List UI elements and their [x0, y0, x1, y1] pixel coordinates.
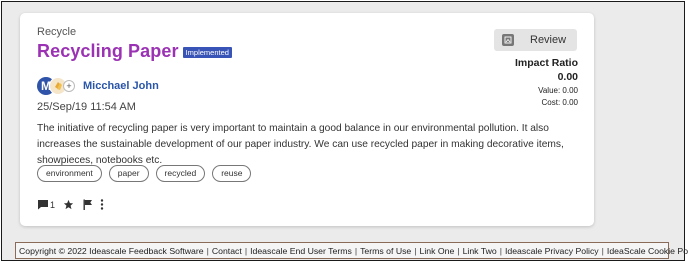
footer-link-contact[interactable]: Contact [209, 246, 245, 256]
favorite-button[interactable] [63, 199, 74, 210]
review-label: Review [530, 34, 567, 46]
comment-icon [38, 200, 48, 210]
tag-item[interactable]: recycled [155, 165, 206, 182]
footer-copyright: Copyright © 2022 Ideascale Feedback Soft… [19, 245, 204, 256]
footer-link-terms-of-use[interactable]: Terms of Use [357, 246, 414, 256]
footer-link-cookie-policy[interactable]: IdeaScale Cookie Policy [604, 246, 688, 256]
tag-list: environment paper recycled reuse [37, 165, 252, 182]
impact-cost: Cost: 0.00 [541, 98, 578, 107]
comments-button[interactable]: 1 [37, 199, 55, 210]
review-button[interactable]: Review [494, 29, 577, 51]
flag-button[interactable] [83, 199, 93, 210]
author-name[interactable]: Micchael John [83, 80, 159, 92]
footer-link-end-user-terms[interactable]: Ideascale End User Terms [247, 246, 355, 256]
add-collaborator-icon[interactable]: + [63, 80, 75, 92]
title-row: Recycling Paper Implemented [37, 41, 232, 62]
flag-icon [83, 199, 93, 210]
idea-description: The initiative of recycling paper is ver… [37, 123, 564, 166]
status-badge: Implemented [182, 47, 232, 58]
timestamp: 25/Sep/19 11:54 AM [37, 101, 136, 113]
more-vertical-icon [100, 199, 104, 210]
author-row: M + Micchael John [37, 77, 159, 95]
review-icon [502, 34, 514, 46]
footer: Copyright © 2022 Ideascale Feedback Soft… [15, 242, 688, 259]
action-bar: 1 [37, 199, 104, 210]
tag-item[interactable]: paper [108, 165, 149, 182]
impact-ratio: 0.00 [557, 71, 578, 83]
footer-link-two[interactable]: Link Two [460, 246, 500, 256]
comment-count: 1 [50, 199, 56, 210]
impact-value: Value: 0.00 [538, 86, 578, 95]
more-options-button[interactable] [100, 199, 104, 210]
page-frame: Recycle Recycling Paper Implemented M + … [1, 1, 688, 261]
impact-title: Impact Ratio [514, 57, 578, 69]
tag-item[interactable]: environment [37, 165, 102, 182]
idea-card: Recycle Recycling Paper Implemented M + … [20, 13, 594, 226]
idea-category[interactable]: Recycle [37, 26, 76, 38]
star-icon [63, 199, 74, 210]
footer-link-privacy-policy[interactable]: Ideascale Privacy Policy [502, 246, 602, 256]
tag-item[interactable]: reuse [212, 165, 252, 182]
idea-title[interactable]: Recycling Paper [37, 41, 179, 62]
impact-panel: Impact Ratio 0.00 Value: 0.00 Cost: 0.00 [515, 57, 578, 107]
footer-link-one[interactable]: Link One [417, 246, 458, 256]
